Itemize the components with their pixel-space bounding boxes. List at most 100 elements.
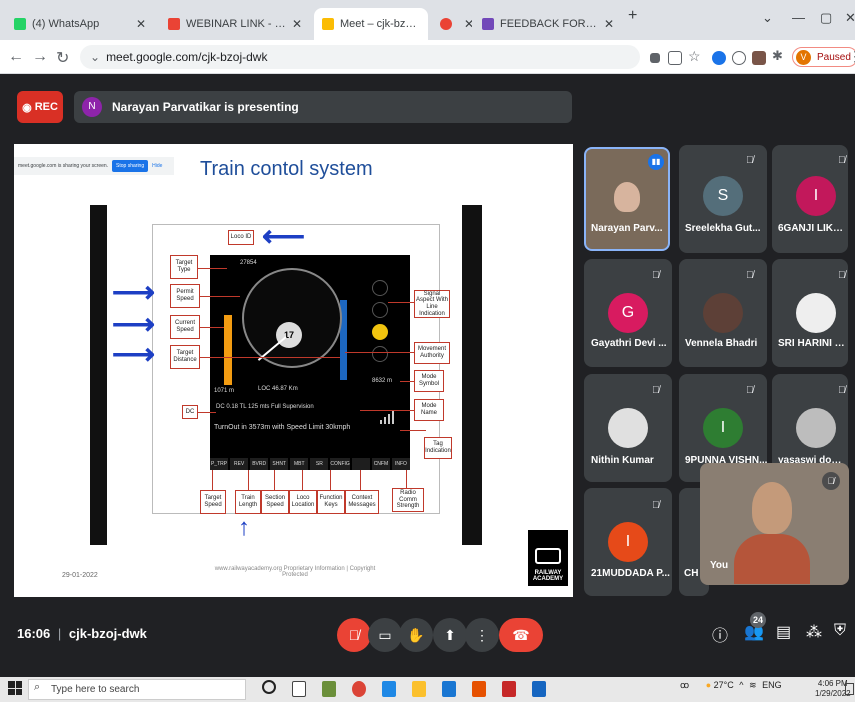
connector-line [345, 352, 415, 353]
cortana-icon[interactable] [262, 680, 276, 694]
label-tag-indication: Tag Indication [424, 437, 452, 459]
function-keys-bar: P_TRP REV BVRD SHNT MBT SR CONFIG CNFM I… [210, 458, 411, 470]
close-icon[interactable]: ✕ [292, 17, 302, 31]
powerpoint-icon[interactable] [502, 681, 516, 697]
arrow-left-icon: ⟵ [262, 220, 306, 253]
more-options-button[interactable]: ⋮ [465, 618, 499, 652]
extension-icon[interactable] [712, 51, 726, 65]
tab-label: FEEDBACK FORM ON TRAIN CO [500, 18, 598, 30]
address-bar[interactable]: ⌄ meet.google.com/cjk-bzoj-dwk [80, 45, 640, 69]
participant-name: SRI HARINI NA... [778, 338, 846, 349]
label-loco-id: Loco ID [228, 230, 254, 245]
connector-line [200, 357, 340, 358]
activities-icon[interactable]: ⁂ [806, 622, 822, 642]
avatar: V [796, 50, 811, 65]
restore-button[interactable]: ▢ [820, 10, 832, 26]
dc-line: DC 0.18 TL 125 mts Full Supervision [216, 404, 314, 410]
leave-call-button[interactable]: ☎ [499, 618, 543, 652]
app-icon[interactable] [442, 681, 456, 697]
distance-readout: 1071 m [214, 388, 235, 394]
label-loco-location: Loco Location [289, 490, 317, 514]
task-view-icon[interactable] [292, 681, 306, 697]
tab-meet[interactable]: Meet – cjk-bzoj-dwk [314, 8, 428, 40]
app-icon[interactable] [382, 681, 396, 697]
share-notice: meet.google.com is sharing your screen. [18, 163, 109, 169]
connector-line [200, 327, 224, 328]
mic-off-icon[interactable]: 🎙̸ [822, 472, 840, 490]
stop-sharing-button[interactable]: Stop sharing [112, 160, 149, 172]
close-icon[interactable]: ✕ [136, 17, 146, 31]
tab-whatsapp[interactable]: (4) WhatsApp ✕ [6, 8, 154, 40]
bookmark-star-icon[interactable]: ☆ [688, 48, 701, 65]
arrow-right-icon: ⟶ [112, 308, 156, 341]
close-icon[interactable]: ✕ [464, 17, 472, 31]
hide-button[interactable]: Hide [152, 163, 162, 169]
avatar [703, 293, 743, 333]
language: ENG [762, 680, 782, 690]
wifi-icon: ≋ [749, 680, 757, 690]
mic-off-icon: 🎙̸ [838, 270, 846, 281]
taskbar-search-input[interactable]: Type here to search [28, 679, 246, 700]
windows-start-icon[interactable] [8, 681, 22, 695]
meet-icon [322, 18, 334, 30]
signal-lamp [372, 346, 388, 362]
label-mode-name: Mode Name [414, 399, 444, 421]
tab-webinar-link[interactable]: WEBINAR LINK - nagalakshmi@ ✕ [160, 8, 310, 40]
forward-button[interactable]: → [32, 48, 48, 66]
tab-feedback-form[interactable]: FEEDBACK FORM ON TRAIN CO ✕ [474, 8, 622, 40]
avatar: S [703, 176, 743, 216]
close-window-button[interactable]: ✕ [845, 10, 855, 26]
self-video [752, 482, 792, 534]
camera-icon[interactable] [650, 53, 660, 63]
mic-toggle-button[interactable]: 🎙̸ [337, 618, 371, 652]
tab-search-button[interactable]: ⌄ [762, 10, 773, 26]
back-button[interactable]: ← [8, 48, 24, 66]
chrome-icon[interactable] [352, 681, 366, 697]
host-controls-icon[interactable]: ⛨ [834, 622, 846, 640]
close-icon[interactable]: ✕ [604, 17, 614, 31]
site-info-icon[interactable]: ⌄ [90, 50, 100, 64]
mic-off-icon: 🎙̸ [652, 385, 660, 396]
function-key: INFO [391, 458, 411, 470]
avatar [796, 408, 836, 448]
word-icon[interactable] [532, 681, 546, 697]
avatar [608, 408, 648, 448]
speedometer [242, 268, 342, 368]
mic-off-icon: 🎙̸ [746, 270, 754, 281]
minimize-button[interactable]: — [792, 10, 805, 25]
location-readout: LOC 46.87 Km [258, 386, 298, 392]
speed-readout: 17 [276, 322, 302, 348]
new-tab-button[interactable]: + [628, 7, 637, 25]
presenting-text: Narayan Parvatikar is presenting [112, 100, 299, 114]
office-icon[interactable] [472, 681, 486, 697]
notifications-icon[interactable] [845, 683, 854, 695]
label-target-distance: Target Distance [170, 345, 200, 369]
extension-icon[interactable] [732, 51, 746, 65]
label-function-keys: Function Keys [317, 490, 345, 514]
info-icon[interactable]: ⓘ [712, 622, 728, 646]
raise-hand-button[interactable]: ✋ [399, 618, 433, 652]
camera-toggle-button[interactable]: ▭ [368, 618, 402, 652]
slide-title: Train contol system [200, 158, 373, 180]
extension-icon[interactable] [752, 51, 766, 65]
label-train-length: Train Length [235, 490, 261, 514]
connector-line [212, 470, 213, 490]
present-button[interactable]: ⬆ [433, 618, 467, 652]
tab-label: Meet – cjk-bzoj-dwk [340, 18, 420, 30]
mic-off-icon: 🎙̸ [746, 155, 754, 166]
recording-badge[interactable]: ◉ REC [17, 91, 63, 123]
app-icon[interactable] [322, 681, 336, 697]
participant-name: Vennela Bhadri [685, 338, 758, 349]
puzzle-icon[interactable]: ✱ [772, 48, 783, 64]
function-key: CONFIG [330, 458, 350, 470]
share-icon[interactable] [668, 51, 682, 65]
menu-icon[interactable]: ⋮ [848, 48, 855, 65]
reload-button[interactable]: ↻ [56, 48, 69, 68]
connector-line [400, 430, 426, 431]
distance2-readout: 8632 m [372, 378, 393, 384]
tab-recording[interactable]: ✕ [432, 8, 472, 40]
chat-icon[interactable]: ▤ [776, 622, 791, 642]
system-tray[interactable]: ꝏ ● 27°C ^ ≋ ENG [680, 680, 782, 691]
file-explorer-icon[interactable] [412, 681, 426, 697]
mic-off-icon: 🎙̸ [652, 500, 660, 511]
